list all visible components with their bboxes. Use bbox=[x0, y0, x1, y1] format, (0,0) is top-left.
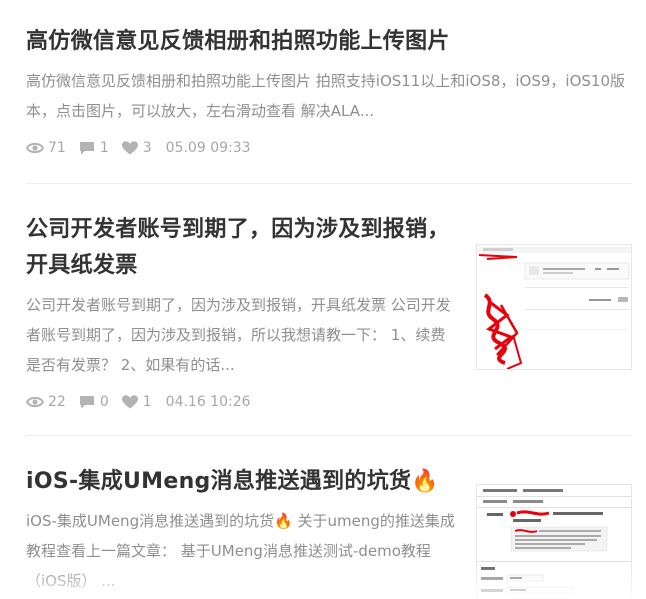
likes-count: 1 bbox=[121, 394, 152, 410]
article-abstract: 公司开发者账号到期了，因为涉及到报销，开具纸发票 公司开发者账号到期了，因为涉及… bbox=[26, 296, 451, 374]
likes-value: 1 bbox=[142, 394, 152, 410]
eye-icon bbox=[26, 140, 44, 156]
heart-icon bbox=[121, 140, 139, 156]
article-item[interactable]: 高仿微信意见反馈相册和拍照功能上传图片 高仿微信意见反馈相册和拍照功能上传图片 … bbox=[26, 24, 632, 158]
article-title[interactable]: iOS-集成UMeng消息推送遇到的坑货🔥 bbox=[26, 464, 458, 500]
comment-icon bbox=[78, 140, 96, 156]
article-title[interactable]: 高仿微信意见反馈相册和拍照功能上传图片 bbox=[26, 24, 632, 60]
comments-value: 0 bbox=[99, 394, 109, 410]
heart-icon bbox=[121, 394, 139, 410]
comments-count[interactable]: 1 bbox=[78, 140, 109, 156]
views-value: 22 bbox=[48, 394, 66, 410]
comments-value: 1 bbox=[99, 140, 109, 156]
publish-time: 05.09 09:33 bbox=[165, 140, 251, 156]
views-count: 22 bbox=[26, 394, 66, 410]
publish-time: 04.16 10:26 bbox=[165, 394, 251, 410]
article-thumbnail[interactable] bbox=[476, 244, 632, 370]
bottom-fade bbox=[0, 565, 646, 599]
divider bbox=[26, 435, 632, 436]
article-abstract: 高仿微信意见反馈相册和拍照功能上传图片 拍照支持iOS11以上和iOS8，iOS… bbox=[26, 72, 626, 120]
article-meta: 22 0 1 04.16 10:26 bbox=[26, 392, 632, 412]
views-value: 71 bbox=[48, 140, 66, 156]
eye-icon bbox=[26, 394, 44, 410]
comments-count[interactable]: 0 bbox=[78, 394, 109, 410]
views-count: 71 bbox=[26, 140, 66, 156]
article-item[interactable]: 公司开发者账号到期了，因为涉及到报销，开具纸发票 公司开发者账号到期了，因为涉及… bbox=[26, 212, 632, 412]
likes-count: 3 bbox=[121, 140, 152, 156]
likes-value: 3 bbox=[142, 140, 152, 156]
comment-icon bbox=[78, 394, 96, 410]
article-title[interactable]: 公司开发者账号到期了，因为涉及到报销，开具纸发票 bbox=[26, 212, 458, 284]
article-meta: 71 1 3 05.09 09:33 bbox=[26, 138, 632, 158]
divider bbox=[26, 183, 632, 184]
